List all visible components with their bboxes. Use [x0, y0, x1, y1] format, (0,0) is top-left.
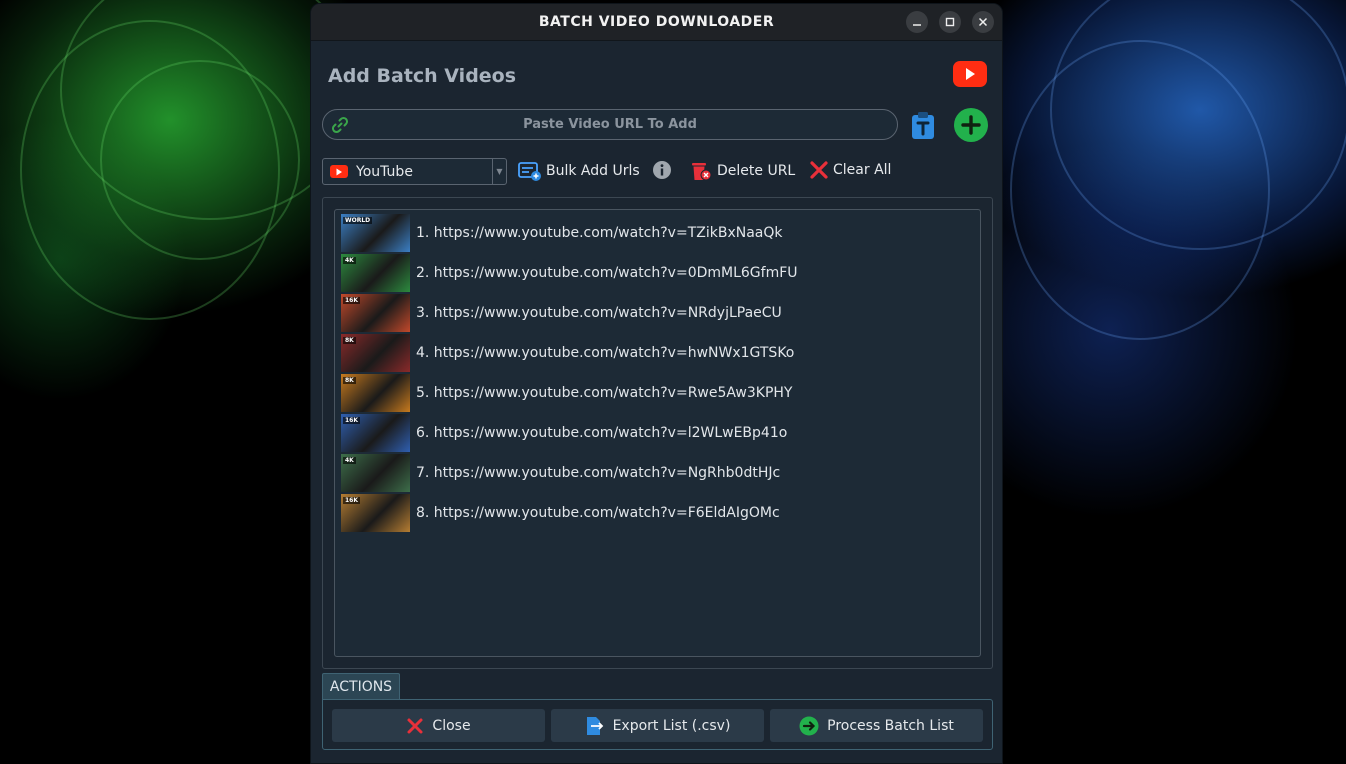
page-title: Add Batch Videos [328, 65, 517, 87]
toolbar: YouTube ▼ Bulk Add Urls Delete URL Clear… [322, 158, 992, 186]
video-thumbnail: 8K [341, 374, 410, 412]
video-thumbnail: 16K [341, 294, 410, 332]
chevron-down-icon[interactable]: ▼ [492, 159, 506, 184]
plus-icon [961, 115, 981, 135]
list-item[interactable]: 4K 7. https://www.youtube.com/watch?v=NgR… [341, 453, 980, 493]
video-url: 5. https://www.youtube.com/watch?v=Rwe5A… [416, 385, 793, 401]
actions-panel: Close Export List (.csv) Process Batch L… [322, 699, 993, 750]
process-batch-button[interactable]: Process Batch List [770, 709, 983, 742]
video-thumbnail: 4K [341, 254, 410, 292]
thumbnail-badge: 4K [343, 257, 356, 264]
video-url: 2. https://www.youtube.com/watch?v=0DmML… [416, 265, 798, 281]
thumbnail-badge: 4K [343, 457, 356, 464]
video-url: 4. https://www.youtube.com/watch?v=hwNWx… [416, 345, 795, 361]
list-item[interactable]: 4K 2. https://www.youtube.com/watch?v=0Dm… [341, 253, 980, 293]
youtube-logo-icon [953, 61, 987, 87]
video-url: 6. https://www.youtube.com/watch?v=l2WLw… [416, 425, 788, 441]
video-thumbnail: 16K [341, 494, 410, 532]
actions-tab[interactable]: ACTIONS [322, 673, 400, 699]
video-list-frame: WORLD 1. https://www.youtube.com/watch?v=… [322, 197, 993, 669]
close-x-icon [407, 718, 423, 733]
video-url: 1. https://www.youtube.com/watch?v=TZikB… [416, 225, 783, 241]
list-item[interactable]: 16K 3. https://www.youtube.com/watch?v=NR… [341, 293, 980, 333]
link-icon [331, 116, 349, 134]
bulk-add-label: Bulk Add Urls [546, 163, 640, 179]
video-thumbnail: WORLD [341, 214, 410, 252]
close-button[interactable]: Close [332, 709, 545, 742]
add-url-button[interactable] [954, 108, 988, 142]
arrow-right-circle-icon [799, 716, 819, 735]
thumbnail-badge: 16K [343, 497, 360, 504]
thumbnail-badge: WORLD [343, 217, 373, 224]
video-thumbnail: 4K [341, 454, 410, 492]
window-title: BATCH VIDEO DOWNLOADER [538, 14, 775, 30]
bulk-add-button[interactable]: Bulk Add Urls [518, 160, 640, 182]
source-select[interactable]: YouTube ▼ [322, 158, 507, 185]
maximize-button[interactable] [939, 11, 961, 33]
minimize-icon [913, 24, 921, 26]
thumbnail-badge: 16K [343, 297, 360, 304]
clear-all-label: Clear All [833, 162, 892, 178]
export-list-label: Export List (.csv) [612, 717, 731, 734]
maximize-icon [945, 17, 955, 27]
delete-url-label: Delete URL [717, 163, 796, 179]
source-select-value: YouTube [356, 163, 413, 180]
list-item[interactable]: 8K 5. https://www.youtube.com/watch?v=Rwe… [341, 373, 980, 413]
list-item[interactable]: 16K 6. https://www.youtube.com/watch?v=l2… [341, 413, 980, 453]
info-button[interactable] [652, 160, 672, 180]
trash-delete-icon [692, 163, 712, 181]
list-item[interactable]: 16K 8. https://www.youtube.com/watch?v=F6… [341, 493, 980, 533]
video-thumbnail: 16K [341, 414, 410, 452]
url-input[interactable] [323, 110, 897, 139]
video-url-list[interactable]: WORLD 1. https://www.youtube.com/watch?v=… [334, 209, 981, 657]
thumbnail-badge: 16K [343, 417, 360, 424]
thumbnail-badge: 8K [343, 377, 356, 384]
bulk-add-icon [518, 162, 541, 181]
list-item[interactable]: WORLD 1. https://www.youtube.com/watch?v=… [341, 213, 980, 253]
paste-clipboard-button[interactable] [909, 110, 937, 140]
minimize-button[interactable] [906, 11, 928, 33]
video-thumbnail: 8K [341, 334, 410, 372]
close-button-label: Close [432, 717, 471, 734]
delete-url-button[interactable]: Delete URL [689, 160, 795, 182]
process-batch-label: Process Batch List [827, 717, 954, 734]
clipboard-paste-icon [912, 112, 934, 139]
title-bar[interactable]: BATCH VIDEO DOWNLOADER [311, 4, 1002, 41]
close-icon [978, 17, 988, 27]
batch-downloader-window: BATCH VIDEO DOWNLOADER Add Batch Videos [310, 3, 1003, 764]
list-item[interactable]: 8K 4. https://www.youtube.com/watch?v=hwN… [341, 333, 980, 373]
export-file-icon [586, 716, 603, 735]
youtube-icon [330, 165, 348, 178]
export-list-button[interactable]: Export List (.csv) [551, 709, 764, 742]
clear-all-button[interactable]: Clear All [809, 160, 891, 180]
window-close-button[interactable] [972, 11, 994, 33]
video-url: 8. https://www.youtube.com/watch?v=F6Eld… [416, 505, 780, 521]
info-icon [653, 161, 671, 179]
url-input-container [322, 109, 898, 140]
thumbnail-badge: 8K [343, 337, 356, 344]
video-url: 7. https://www.youtube.com/watch?v=NgRhb… [416, 465, 781, 481]
clear-x-icon [810, 161, 828, 179]
video-url: 3. https://www.youtube.com/watch?v=NRdyj… [416, 305, 782, 321]
